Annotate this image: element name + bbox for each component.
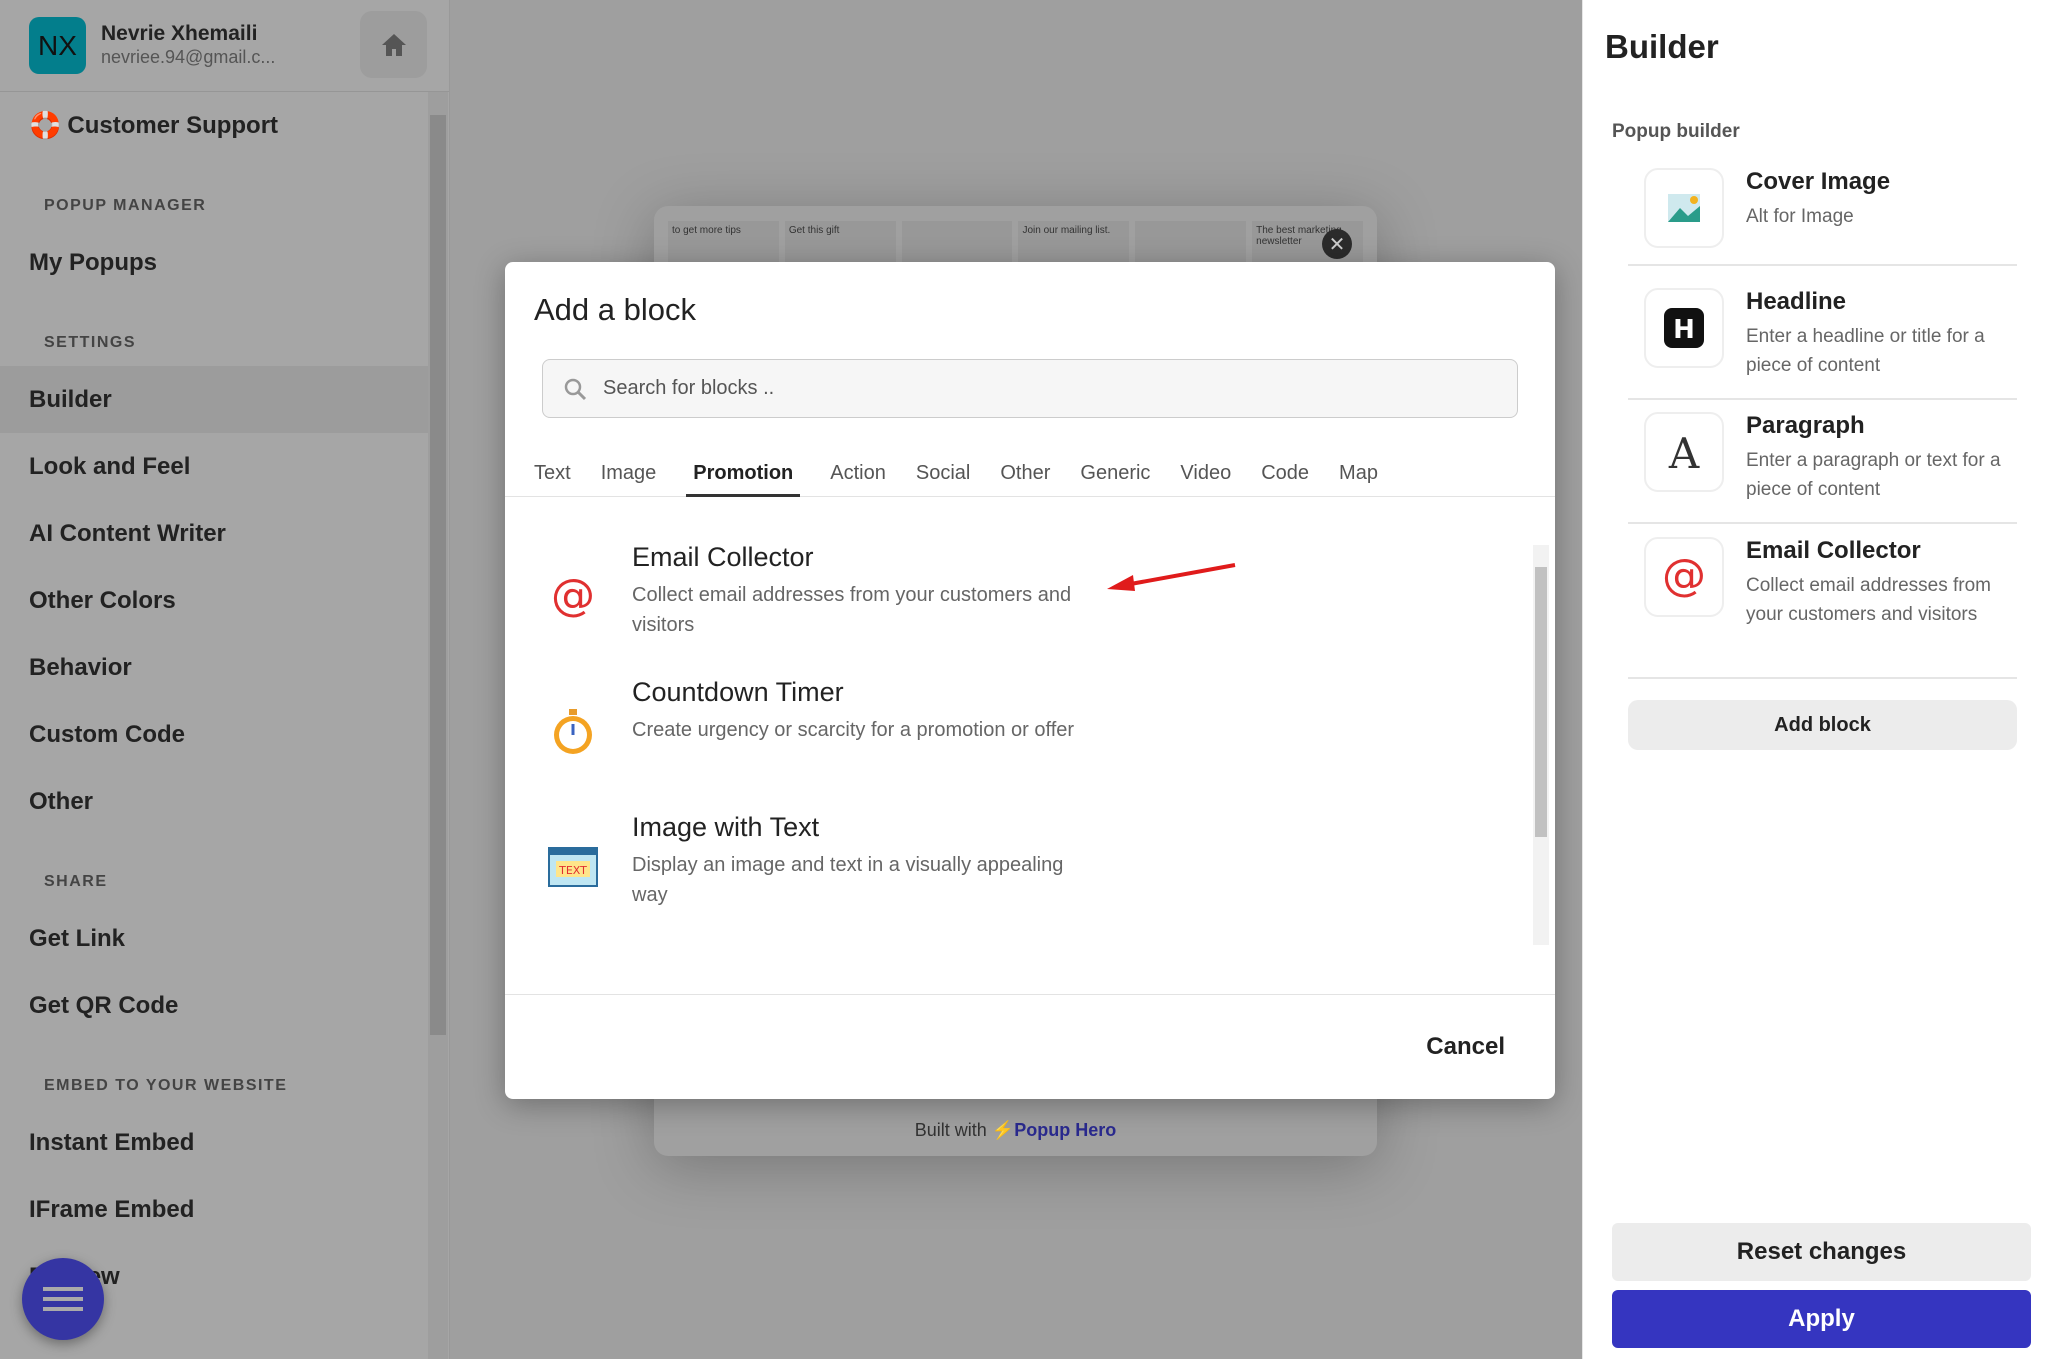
user-header: NX Nevrie Xhemaili nevriee.94@gmail.c...	[0, 0, 449, 92]
image-icon	[1644, 168, 1724, 248]
builder-item-headline[interactable]: H Headline Enter a headline or title for a…	[1628, 288, 2017, 400]
tab-promotion[interactable]: Promotion	[686, 452, 801, 497]
user-name: Nevrie Xhemaili	[101, 22, 258, 45]
sidebar-item-iframe-embed[interactable]: IFrame Embed	[0, 1176, 428, 1243]
builder-title: Builder	[1605, 28, 1719, 65]
block-description: Display an image and text in a visually …	[632, 854, 1064, 906]
sidebar-item-other-colors[interactable]: Other Colors	[0, 567, 428, 634]
lifebuoy-icon: 🛟	[29, 110, 62, 140]
sidebar-item-custom-code[interactable]: Custom Code	[0, 701, 428, 768]
template-thumbnails: to get more tips Get this gift Join our ma…	[668, 221, 1363, 266]
block-item-image-with-text[interactable]: TEXT Image with Text Display an image and …	[505, 812, 1535, 947]
customer-support-link[interactable]: 🛟 Customer Support	[0, 92, 428, 159]
tab-image[interactable]: Image	[601, 452, 657, 497]
sidebar-scrollbar-thumb[interactable]	[430, 115, 446, 1035]
modal-footer: Cancel	[505, 994, 1555, 1099]
user-email: nevriee.94@gmail.c...	[101, 47, 276, 67]
brand-link[interactable]: Popup Hero	[1014, 1120, 1116, 1140]
headline-icon: H	[1644, 288, 1724, 368]
sidebar-item-my-popups[interactable]: My Popups	[0, 229, 428, 296]
home-icon	[381, 33, 406, 56]
tab-text[interactable]: Text	[534, 452, 571, 497]
builder-item-paragraph[interactable]: A Paragraph Enter a paragraph or text for …	[1628, 412, 2017, 524]
builder-item-title: Headline	[1746, 288, 1847, 315]
sidebar-section-title: POPUP MANAGER	[44, 197, 207, 214]
builder-item-title: Cover Image	[1746, 168, 1891, 195]
builder-item-email-collector[interactable]: @ Email Collector Collect email addresses …	[1628, 537, 2017, 679]
hamburger-icon	[43, 1287, 83, 1311]
cancel-button[interactable]: Cancel	[1426, 1033, 1505, 1061]
template-thumbnail[interactable]	[1135, 221, 1247, 266]
sidebar-item-get-qr-code[interactable]: Get QR Code	[0, 972, 428, 1039]
builder-subtitle: Popup builder	[1612, 121, 1740, 142]
template-thumbnail[interactable]: to get more tips	[668, 221, 779, 266]
svg-text:TEXT: TEXT	[558, 864, 587, 877]
sidebar-item-other[interactable]: Other	[0, 768, 428, 835]
block-description: Create urgency or scarcity for a promoti…	[632, 719, 1075, 741]
sidebar-nav: 🛟 Customer Support POPUP MANAGER My Popups S…	[0, 92, 428, 1310]
search-icon	[564, 378, 587, 400]
block-title: Countdown Timer	[632, 677, 844, 707]
builder-item-title: Paragraph	[1746, 412, 1865, 439]
category-tabs: Text Image Promotion Action Social Other Gener…	[505, 452, 1555, 497]
sidebar-item-builder[interactable]: Builder	[0, 366, 428, 433]
block-title: Image with Text	[632, 812, 820, 842]
image-text-icon: TEXT	[548, 842, 598, 892]
annotation-arrow-icon	[1107, 563, 1236, 591]
sidebar-section-title: SETTINGS	[44, 334, 137, 351]
menu-fab-button[interactable]	[22, 1258, 104, 1340]
tab-map[interactable]: Map	[1339, 452, 1378, 497]
tab-generic[interactable]: Generic	[1080, 452, 1150, 497]
search-box[interactable]	[542, 359, 1518, 418]
block-list: @ Email Collector Collect email addresses …	[505, 542, 1535, 942]
template-thumbnail[interactable]: Get this gift	[784, 221, 896, 266]
sidebar-item-look-and-feel[interactable]: Look and Feel	[0, 433, 428, 500]
search-input[interactable]	[603, 377, 1503, 400]
builder-item-title: Email Collector	[1746, 537, 1921, 564]
sidebar: NX Nevrie Xhemaili nevriee.94@gmail.c...…	[0, 0, 450, 1359]
tab-social[interactable]: Social	[916, 452, 970, 497]
stopwatch-icon	[548, 707, 598, 757]
block-item-email-collector[interactable]: @ Email Collector Collect email addresses …	[505, 542, 1535, 677]
builder-item-description: Alt for Image	[1746, 206, 1854, 227]
block-description: Collect email addresses from your custom…	[632, 584, 1072, 636]
close-preview-button[interactable]: ✕	[1322, 229, 1352, 259]
paragraph-icon: A	[1644, 412, 1724, 492]
block-title: Email Collector	[632, 542, 814, 572]
sidebar-item-behavior[interactable]: Behavior	[0, 634, 428, 701]
builder-item-description: Enter a headline or title for a piece of…	[1746, 326, 1985, 376]
built-with: Built with ⚡Popup Hero	[914, 1120, 1117, 1140]
builder-item-description: Enter a paragraph or text for a piece of…	[1746, 450, 2001, 500]
svg-text:H: H	[1673, 315, 1695, 345]
block-item-countdown-timer[interactable]: Countdown Timer Create urgency or scarcit…	[505, 677, 1535, 812]
tab-video[interactable]: Video	[1180, 452, 1231, 497]
reset-changes-button[interactable]: Reset changes	[1612, 1223, 2031, 1281]
svg-text:@: @	[1662, 552, 1706, 601]
tab-action[interactable]: Action	[830, 452, 886, 497]
template-thumbnail[interactable]	[901, 221, 1013, 266]
sidebar-section-title: EMBED TO YOUR WEBSITE	[44, 1077, 288, 1094]
builder-item-description: Collect email addresses from your custom…	[1746, 575, 1991, 625]
modal-title: Add a block	[534, 292, 696, 327]
avatar: NX	[29, 17, 86, 74]
at-icon: @	[1644, 537, 1724, 617]
svg-text:A: A	[1668, 430, 1700, 474]
apply-button[interactable]: Apply	[1612, 1290, 2031, 1348]
sidebar-item-get-link[interactable]: Get Link	[0, 905, 428, 972]
add-block-button[interactable]: Add block	[1628, 700, 2017, 750]
template-thumbnail[interactable]: Join our mailing list.	[1018, 221, 1130, 266]
builder-panel: Builder Popup builder Cover Image Alt for…	[1582, 0, 2058, 1359]
add-block-modal: Add a block Text Image Promotion Action Soci…	[505, 262, 1555, 1099]
sidebar-item-instant-embed[interactable]: Instant Embed	[0, 1109, 428, 1176]
sidebar-section-title: SHARE	[44, 873, 108, 890]
block-list-scrollbar-thumb[interactable]	[1535, 567, 1547, 837]
tab-code[interactable]: Code	[1261, 452, 1309, 497]
at-icon: @	[548, 572, 598, 622]
svg-text:@: @	[551, 572, 595, 621]
home-button[interactable]	[360, 11, 427, 78]
sidebar-item-ai-content-writer[interactable]: AI Content Writer	[0, 500, 428, 567]
builder-item-cover-image[interactable]: Cover Image Alt for Image	[1628, 168, 2017, 266]
tab-other[interactable]: Other	[1000, 452, 1050, 497]
